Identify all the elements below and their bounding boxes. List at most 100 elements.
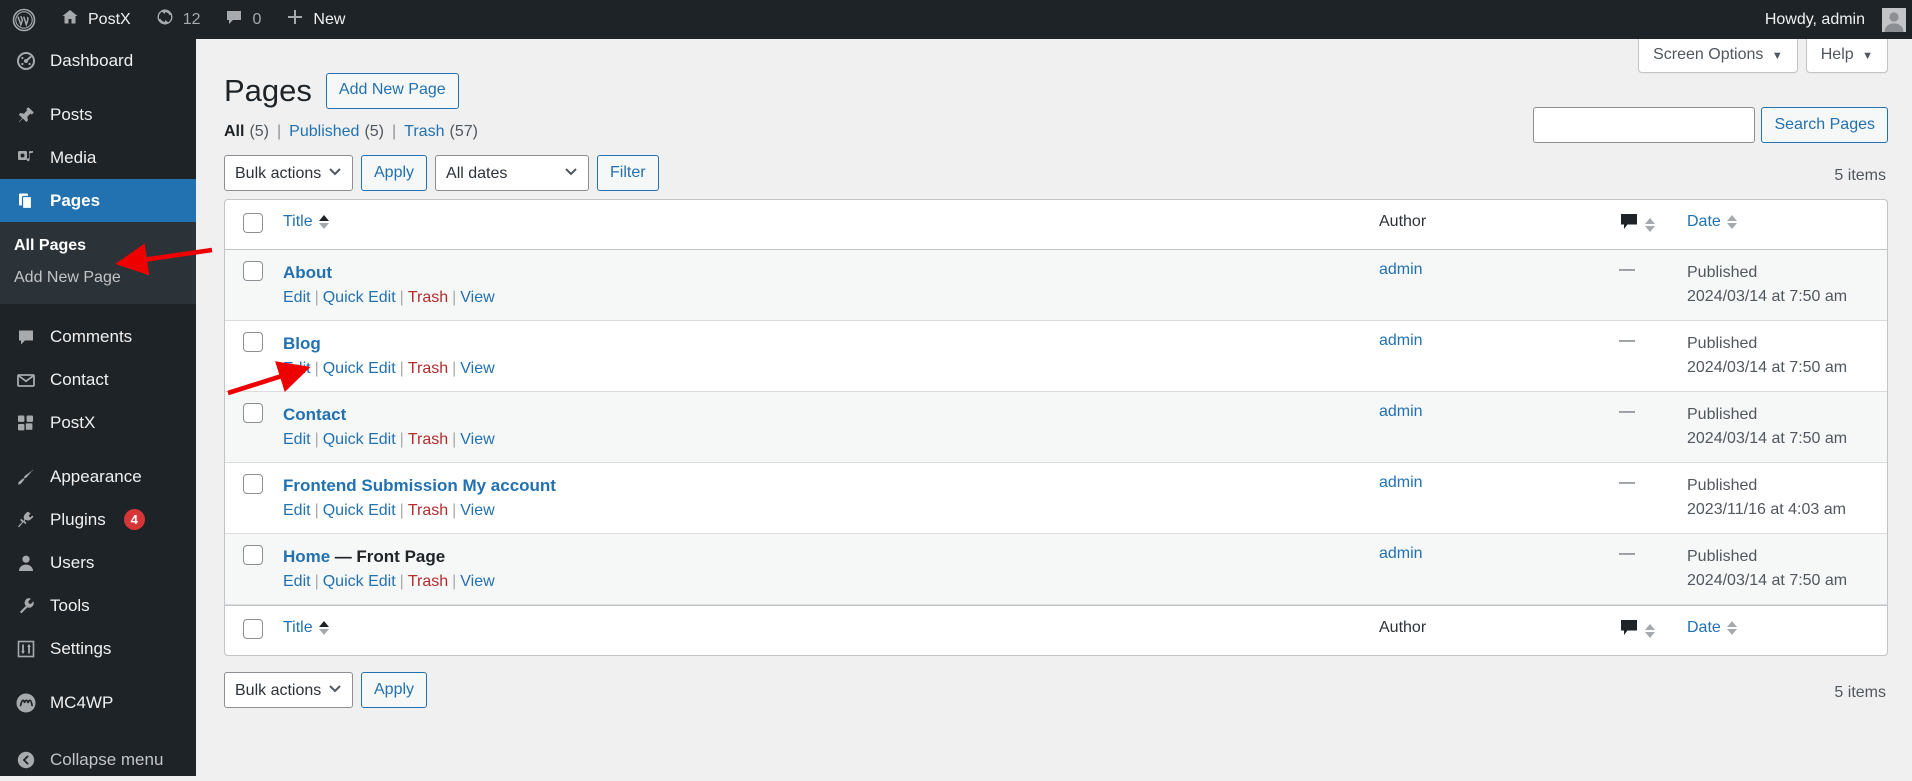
column-footer-comments[interactable] (1609, 605, 1677, 655)
row-checkbox[interactable] (243, 261, 263, 281)
view-trash: Trash (57) (404, 123, 478, 141)
column-header-comments[interactable] (1609, 200, 1677, 250)
row-action-trash[interactable]: Trash (408, 502, 448, 519)
row-action-quick-edit[interactable]: Quick Edit (323, 573, 396, 590)
sort-by-title[interactable]: Title (283, 213, 329, 231)
row-action-quick-edit[interactable]: Quick Edit (323, 502, 396, 519)
author-link[interactable]: admin (1379, 261, 1423, 278)
page-title-link[interactable]: Blog (283, 334, 321, 353)
sort-by-date-footer[interactable]: Date (1687, 619, 1737, 637)
row-title-cell: Home — Front Page Edit|Quick Edit|Trash|… (273, 534, 1369, 605)
bulk-actions-select-top[interactable]: Bulk actions (224, 155, 353, 191)
row-action-edit[interactable]: Edit (283, 573, 311, 590)
new-label: New (313, 11, 345, 29)
row-action-view[interactable]: View (460, 289, 494, 306)
comment-bubble-icon (1619, 213, 1639, 236)
row-checkbox[interactable] (243, 545, 263, 565)
updates-menu[interactable]: 12 (143, 0, 213, 39)
search-pages-button[interactable]: Search Pages (1761, 107, 1888, 143)
row-action-view[interactable]: View (460, 431, 494, 448)
sidebar-item-plugins[interactable]: Plugins 4 (0, 498, 196, 541)
dashboard-icon (14, 49, 38, 73)
view-trash-link[interactable]: Trash (404, 123, 444, 141)
bulk-actions-select-bottom[interactable]: Bulk actions (224, 672, 353, 708)
column-footer-title[interactable]: Title (273, 605, 1369, 655)
sidebar-item-settings[interactable]: Settings (0, 627, 196, 670)
sidebar-item-add-new-page[interactable]: Add New Page (0, 262, 196, 294)
column-header-date[interactable]: Date (1677, 200, 1887, 250)
my-account-menu[interactable]: Howdy, admin (1753, 0, 1912, 39)
row-action-edit[interactable]: Edit (283, 360, 311, 377)
apply-button-bottom[interactable]: Apply (361, 672, 427, 708)
sort-by-comments[interactable] (1619, 213, 1655, 236)
row-checkbox[interactable] (243, 474, 263, 494)
sidebar-item-contact[interactable]: Contact (0, 358, 196, 401)
row-title-cell: Blog Edit|Quick Edit|Trash|View (273, 321, 1369, 392)
filter-button[interactable]: Filter (597, 155, 659, 191)
row-action-quick-edit[interactable]: Quick Edit (323, 431, 396, 448)
row-actions: Edit|Quick Edit|Trash|View (283, 502, 1359, 520)
row-action-trash[interactable]: Trash (408, 289, 448, 306)
site-name-menu[interactable]: PostX (48, 0, 143, 39)
comments-menu[interactable]: 0 (212, 0, 273, 39)
author-link[interactable]: admin (1379, 545, 1423, 562)
row-action-quick-edit[interactable]: Quick Edit (323, 289, 396, 306)
row-action-view[interactable]: View (460, 502, 494, 519)
sidebar-item-postx[interactable]: PostX (0, 401, 196, 444)
column-header-title[interactable]: Title (273, 200, 1369, 250)
row-action-view[interactable]: View (460, 360, 494, 377)
add-new-page-button[interactable]: Add New Page (326, 73, 459, 108)
row-checkbox[interactable] (243, 403, 263, 423)
sidebar-item-media[interactable]: Media (0, 136, 196, 179)
page-title-link[interactable]: About (283, 263, 332, 282)
row-action-trash[interactable]: Trash (408, 573, 448, 590)
row-action-quick-edit[interactable]: Quick Edit (323, 360, 396, 377)
date-value: 2024/03/14 at 7:50 am (1687, 359, 1847, 376)
sidebar-item-label: Appearance (50, 467, 142, 487)
page-title-link[interactable]: Contact (283, 405, 346, 424)
sort-by-comments-footer[interactable] (1619, 619, 1655, 642)
sidebar-item-users[interactable]: Users (0, 541, 196, 584)
view-published-link[interactable]: Published (289, 123, 359, 141)
sort-by-title-footer[interactable]: Title (283, 619, 329, 637)
collapse-menu-button[interactable]: Collapse menu (0, 738, 196, 781)
search-input[interactable] (1533, 107, 1755, 143)
wp-logo-menu[interactable] (0, 0, 48, 39)
page-title-link[interactable]: Frontend Submission My account (283, 476, 556, 495)
new-content-menu[interactable]: New (273, 0, 357, 39)
date-filter-select[interactable]: All dates (435, 155, 589, 191)
row-checkbox[interactable] (243, 332, 263, 352)
author-link[interactable]: admin (1379, 403, 1423, 420)
row-action-trash[interactable]: Trash (408, 431, 448, 448)
table-row: About Edit|Quick Edit|Trash|View admin —… (225, 250, 1887, 321)
help-button[interactable]: Help ▼ (1806, 39, 1888, 73)
view-all-count: (5) (249, 123, 269, 141)
page-title-link[interactable]: Home (283, 547, 330, 566)
view-trash-count: (57) (449, 123, 477, 141)
column-footer-date[interactable]: Date (1677, 605, 1887, 655)
author-link[interactable]: admin (1379, 474, 1423, 491)
sidebar-item-pages[interactable]: Pages (0, 179, 196, 222)
sidebar-item-posts[interactable]: Posts (0, 93, 196, 136)
row-title-cell: Frontend Submission My account Edit|Quic… (273, 463, 1369, 534)
author-link[interactable]: admin (1379, 332, 1423, 349)
row-action-edit[interactable]: Edit (283, 431, 311, 448)
sidebar-item-all-pages[interactable]: All Pages (0, 230, 196, 262)
sort-by-date[interactable]: Date (1687, 213, 1737, 231)
select-all-checkbox-bottom[interactable] (243, 619, 263, 639)
page-title: Pages (224, 71, 312, 111)
row-action-edit[interactable]: Edit (283, 289, 311, 306)
screen-options-button[interactable]: Screen Options ▼ (1638, 39, 1798, 73)
select-all-checkbox-top[interactable] (243, 213, 263, 233)
row-action-view[interactable]: View (460, 573, 494, 590)
sidebar-item-mc4wp[interactable]: MC4WP (0, 681, 196, 724)
sort-indicator-icon (319, 621, 329, 635)
row-action-edit[interactable]: Edit (283, 502, 311, 519)
sidebar-item-comments[interactable]: Comments (0, 315, 196, 358)
sidebar-item-dashboard[interactable]: Dashboard (0, 39, 196, 82)
sidebar-item-appearance[interactable]: Appearance (0, 455, 196, 498)
apply-button-top[interactable]: Apply (361, 155, 427, 191)
view-all-link[interactable]: All (224, 123, 244, 141)
row-action-trash[interactable]: Trash (408, 360, 448, 377)
sidebar-item-tools[interactable]: Tools (0, 584, 196, 627)
